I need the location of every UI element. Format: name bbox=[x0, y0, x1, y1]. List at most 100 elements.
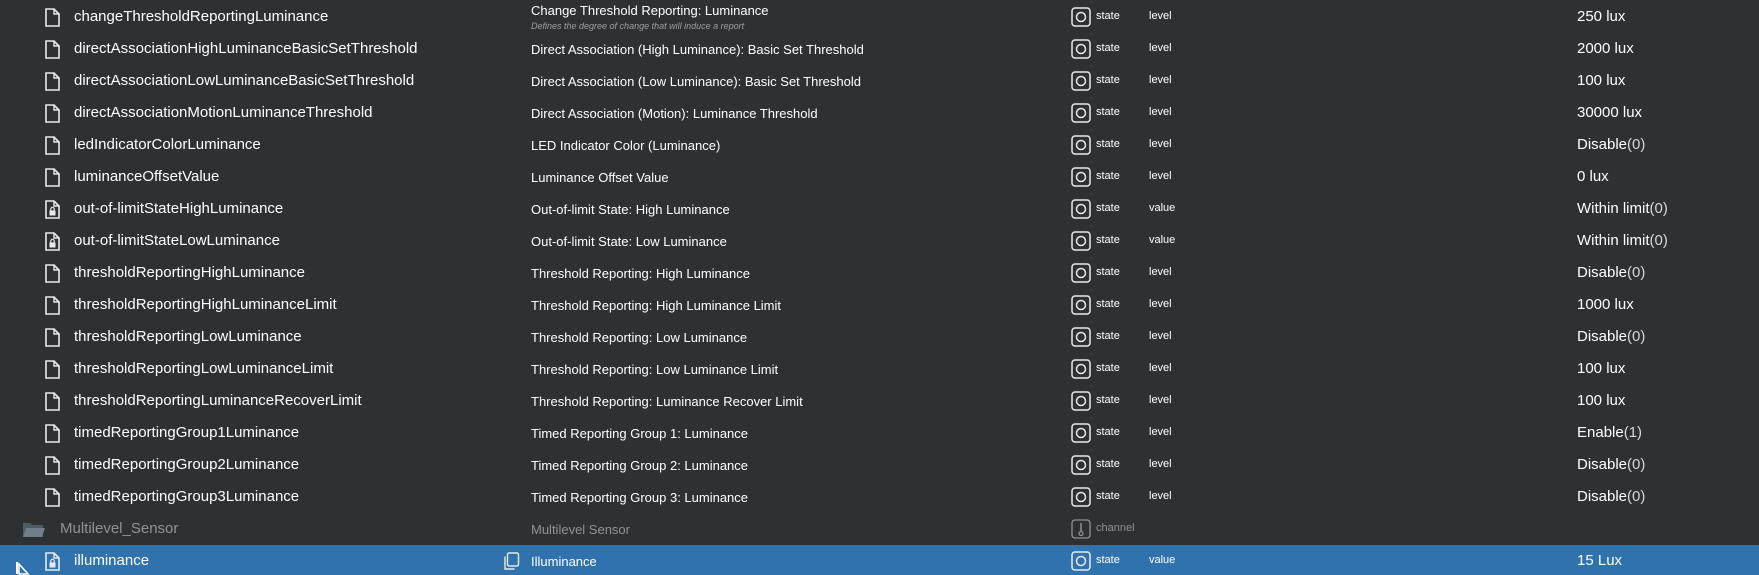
object-name: Illuminance bbox=[531, 554, 597, 569]
state-icon bbox=[1071, 455, 1091, 475]
locked-file-icon bbox=[45, 552, 60, 571]
tree-row[interactable]: out-of-limitStateHighLuminance Out-of-lim… bbox=[0, 193, 1759, 225]
tree-row[interactable]: timedReportingGroup1Luminance Timed Repor… bbox=[0, 417, 1759, 449]
tree-row[interactable]: timedReportingGroup3Luminance Timed Repor… bbox=[0, 481, 1759, 513]
object-value[interactable]: Disable(0) bbox=[1577, 456, 1645, 473]
file-icon bbox=[45, 456, 60, 475]
tree-row[interactable]: thresholdReportingLowLuminanceLimit Thres… bbox=[0, 353, 1759, 385]
object-id[interactable]: thresholdReportingHighLuminance bbox=[74, 264, 305, 281]
object-id[interactable]: timedReportingGroup1Luminance bbox=[74, 424, 299, 441]
tree-row[interactable]: directAssociationHighLuminanceBasicSetTh… bbox=[0, 33, 1759, 65]
object-id[interactable]: timedReportingGroup2Luminance bbox=[74, 456, 299, 473]
tree-folder-row[interactable]: Multilevel_Sensor Multilevel Sensor channe… bbox=[0, 513, 1759, 545]
state-icon bbox=[1071, 167, 1091, 187]
value-text: 2000 lux bbox=[1577, 40, 1634, 57]
object-id[interactable]: illuminance bbox=[74, 552, 149, 569]
object-value[interactable]: Disable(0) bbox=[1577, 488, 1645, 505]
object-value[interactable]: Disable(0) bbox=[1577, 328, 1645, 345]
tree-row[interactable]: thresholdReportingHighLuminanceLimit Thre… bbox=[0, 289, 1759, 321]
object-role: level bbox=[1149, 42, 1172, 54]
state-icon bbox=[1071, 327, 1091, 347]
file-icon bbox=[45, 136, 60, 155]
object-value[interactable]: Disable(0) bbox=[1577, 264, 1645, 281]
tree-row[interactable]: ledIndicatorColorLuminance LED Indicator … bbox=[0, 129, 1759, 161]
object-value[interactable]: 2000 lux bbox=[1577, 40, 1634, 57]
object-id[interactable]: luminanceOffsetValue bbox=[74, 168, 219, 185]
object-type: state bbox=[1096, 202, 1120, 214]
value-text: Disable bbox=[1577, 456, 1628, 473]
object-id[interactable]: directAssociationHighLuminanceBasicSetTh… bbox=[74, 40, 418, 57]
object-role: level bbox=[1149, 106, 1172, 118]
tree-row[interactable]: thresholdReportingLuminanceRecoverLimit T… bbox=[0, 385, 1759, 417]
object-id[interactable]: out-of-limitStateLowLuminance bbox=[74, 232, 280, 249]
object-value[interactable]: 15 Lux bbox=[1577, 552, 1622, 569]
object-name: Multilevel Sensor bbox=[531, 522, 630, 537]
object-id[interactable]: changeThresholdReportingLuminance bbox=[74, 8, 328, 25]
tree-row[interactable]: thresholdReportingLowLuminance Threshold … bbox=[0, 321, 1759, 353]
folder-icon[interactable] bbox=[22, 521, 46, 538]
object-name: Timed Reporting Group 3: Luminance bbox=[531, 490, 749, 505]
object-role: value bbox=[1149, 202, 1176, 214]
object-value[interactable]: Within limit(0) bbox=[1577, 200, 1668, 217]
object-id[interactable]: thresholdReportingHighLuminanceLimit bbox=[74, 296, 337, 313]
object-id[interactable]: thresholdReportingLuminanceRecoverLimit bbox=[74, 392, 362, 409]
object-value[interactable]: 1000 lux bbox=[1577, 296, 1634, 313]
object-type: state bbox=[1096, 426, 1120, 438]
tree-row[interactable]: out-of-limitStateLowLuminance Out-of-limi… bbox=[0, 225, 1759, 257]
object-id[interactable]: thresholdReportingLowLuminance bbox=[74, 328, 302, 345]
object-value[interactable]: 30000 lux bbox=[1577, 104, 1642, 121]
object-id[interactable]: timedReportingGroup3Luminance bbox=[74, 488, 299, 505]
object-type: state bbox=[1096, 74, 1120, 86]
file-icon bbox=[45, 104, 60, 123]
object-value[interactable]: Enable(1) bbox=[1577, 424, 1642, 441]
object-value[interactable]: Within limit(0) bbox=[1577, 232, 1668, 249]
object-name: Luminance Offset Value bbox=[531, 170, 669, 185]
object-type: state bbox=[1096, 362, 1120, 374]
object-name: Timed Reporting Group 2: Luminance bbox=[531, 458, 749, 473]
object-type: state bbox=[1096, 138, 1120, 150]
value-text: 15 Lux bbox=[1577, 552, 1623, 569]
object-role: level bbox=[1149, 394, 1172, 406]
tree-row[interactable]: timedReportingGroup2Luminance Timed Repor… bbox=[0, 449, 1759, 481]
object-type: state bbox=[1096, 266, 1120, 278]
object-id[interactable]: directAssociationMotionLuminanceThreshol… bbox=[74, 104, 373, 121]
copy-icon[interactable] bbox=[502, 552, 520, 570]
object-value[interactable]: 100 lux bbox=[1577, 72, 1625, 89]
tree-row[interactable]: luminanceOffsetValue Luminance Offset Val… bbox=[0, 161, 1759, 193]
object-value[interactable]: 0 lux bbox=[1577, 168, 1609, 185]
object-id[interactable]: thresholdReportingLowLuminanceLimit bbox=[74, 360, 333, 377]
object-value[interactable]: Disable(0) bbox=[1577, 136, 1645, 153]
object-type: state bbox=[1096, 394, 1120, 406]
object-role: level bbox=[1149, 362, 1172, 374]
value-raw: (0) bbox=[1649, 200, 1668, 217]
object-type: state bbox=[1096, 554, 1120, 566]
file-icon bbox=[45, 264, 60, 283]
object-role: level bbox=[1149, 10, 1172, 22]
tree-row[interactable]: directAssociationMotionLuminanceThreshol… bbox=[0, 97, 1759, 129]
file-icon bbox=[45, 296, 60, 315]
object-value[interactable]: 100 lux bbox=[1577, 360, 1625, 377]
object-value[interactable]: 250 lux bbox=[1577, 8, 1625, 25]
object-value[interactable]: 100 lux bbox=[1577, 392, 1625, 409]
tree-row[interactable]: illuminance Illuminance state value 15 Lux bbox=[0, 545, 1759, 575]
object-role: level bbox=[1149, 458, 1172, 470]
tree-row[interactable]: directAssociationLowLuminanceBasicSetThr… bbox=[0, 65, 1759, 97]
object-name: Threshold Reporting: High Luminance Limi… bbox=[531, 298, 782, 313]
tree-row[interactable]: thresholdReportingHighLuminance Threshold… bbox=[0, 257, 1759, 289]
state-icon bbox=[1071, 135, 1091, 155]
object-id[interactable]: ledIndicatorColorLuminance bbox=[74, 136, 261, 153]
object-name: Change Threshold Reporting: Luminance bbox=[531, 3, 769, 18]
object-name: Out-of-limit State: Low Luminance bbox=[531, 234, 727, 249]
object-id[interactable]: out-of-limitStateHighLuminance bbox=[74, 200, 283, 217]
object-type: state bbox=[1096, 234, 1120, 246]
object-id[interactable]: directAssociationLowLuminanceBasicSetThr… bbox=[74, 72, 414, 89]
file-icon bbox=[45, 72, 60, 91]
file-icon bbox=[45, 392, 60, 411]
file-icon bbox=[45, 360, 60, 379]
object-role: level bbox=[1149, 330, 1172, 342]
object-id[interactable]: Multilevel_Sensor bbox=[60, 520, 178, 537]
value-text: Disable bbox=[1577, 136, 1628, 153]
object-name: Direct Association (High Luminance): Bas… bbox=[531, 42, 864, 57]
object-role: value bbox=[1149, 554, 1176, 566]
tree-row[interactable]: changeThresholdReportingLuminance Change … bbox=[0, 1, 1759, 33]
